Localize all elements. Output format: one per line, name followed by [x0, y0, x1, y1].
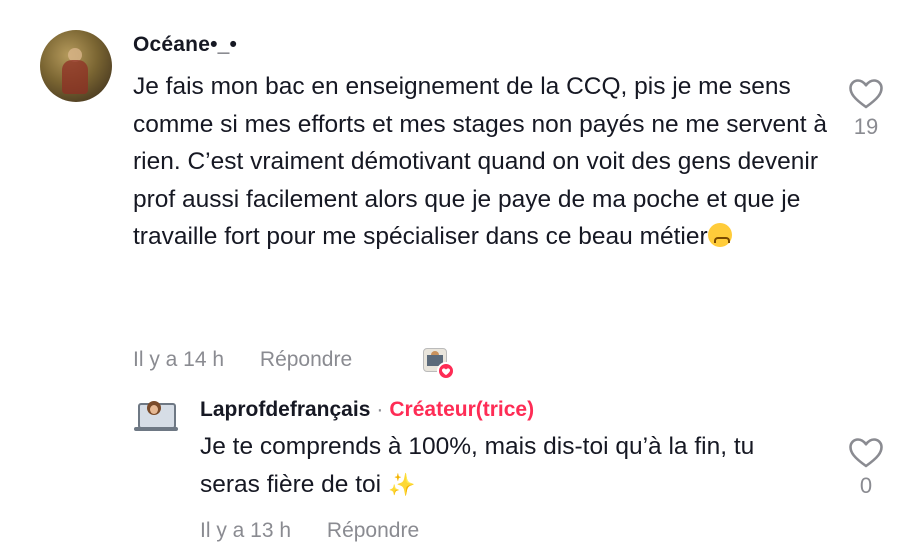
- reply-avatar[interactable]: [134, 397, 178, 431]
- sad-face-emoji-icon: [707, 223, 732, 248]
- heart-outline-icon: [849, 438, 883, 468]
- comment-reply-button[interactable]: Répondre: [260, 348, 352, 371]
- reply-text: Je te comprends à 100%, mais dis-toi qu’…: [200, 433, 755, 498]
- sparkles-emoji-icon: ✨: [387, 471, 416, 497]
- comment-meta: Il y a 14 h Répondre: [133, 348, 382, 372]
- heart-outline-icon: [849, 79, 883, 109]
- comment-username[interactable]: Océane•_•: [133, 33, 237, 57]
- comment-text: Je fais mon bac en enseignement de la CC…: [133, 73, 828, 251]
- comment-like-button[interactable]: 19: [846, 78, 886, 140]
- creator-liked-indicator: [423, 348, 455, 380]
- reply-like-button[interactable]: 0: [846, 437, 886, 499]
- reply-separator: ·: [376, 398, 384, 421]
- reply-username[interactable]: Laprofdefrançais: [200, 398, 370, 421]
- commenter-avatar[interactable]: [40, 30, 112, 102]
- comment-timestamp: Il y a 14 h: [133, 348, 225, 371]
- creator-liked-heart-icon: [437, 362, 455, 380]
- reply-like-count: 0: [859, 473, 873, 498]
- reply-timestamp: Il y a 13 h: [200, 519, 292, 542]
- reply-meta: Il y a 13 h Répondre: [200, 519, 449, 543]
- creator-badge: Créateur(trice): [389, 398, 535, 421]
- reply-reply-button[interactable]: Répondre: [327, 519, 419, 542]
- reply-header: Laprofdefrançais · Créateur(trice): [200, 398, 534, 422]
- comment-like-count: 19: [853, 114, 879, 139]
